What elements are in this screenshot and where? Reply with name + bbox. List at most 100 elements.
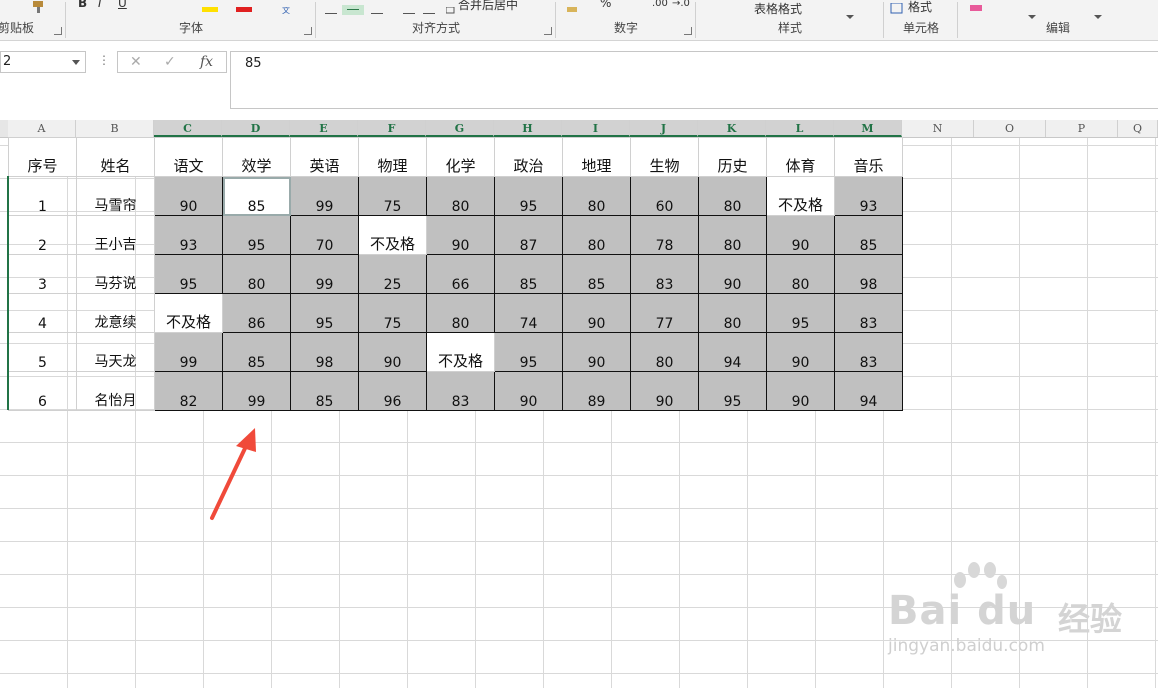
table-cell[interactable]: 80	[698, 215, 767, 255]
table-cell[interactable]: 95	[154, 254, 223, 294]
table-cell[interactable]: 85	[834, 215, 903, 255]
table-cell[interactable]: 80	[698, 293, 767, 333]
column-header-n[interactable]: N	[902, 120, 974, 137]
table-cell[interactable]: 83	[834, 332, 903, 372]
header-cell[interactable]: 序号	[8, 137, 77, 177]
increase-decimal-button[interactable]: .00	[652, 0, 668, 9]
table-cell[interactable]: 不及格	[358, 215, 427, 255]
column-header-k[interactable]: K	[698, 120, 766, 137]
table-cell[interactable]: 86	[222, 293, 291, 333]
table-cell[interactable]: 马雪帘	[76, 176, 155, 216]
header-cell[interactable]: 语文	[154, 137, 223, 177]
table-cell[interactable]: 25	[358, 254, 427, 294]
table-cell[interactable]: 4	[8, 293, 77, 333]
table-cell[interactable]: 85	[494, 254, 563, 294]
header-cell[interactable]: 英语	[290, 137, 359, 177]
column-header-i[interactable]: I	[562, 120, 630, 137]
header-cell[interactable]: 历史	[698, 137, 767, 177]
column-header-o[interactable]: O	[974, 120, 1046, 137]
table-cell[interactable]: 89	[562, 371, 631, 411]
column-header-c[interactable]: C	[154, 120, 222, 137]
table-cell[interactable]: 90	[766, 371, 835, 411]
cancel-icon[interactable]: ✕	[130, 54, 142, 70]
table-cell[interactable]: 90	[562, 332, 631, 372]
table-cell[interactable]: 90	[494, 371, 563, 411]
table-cell[interactable]: 王小吉	[76, 215, 155, 255]
dialog-launcher-icon[interactable]	[54, 27, 62, 35]
table-cell[interactable]: 83	[630, 254, 699, 294]
table-cell[interactable]: 83	[834, 293, 903, 333]
name-box[interactable]: 2	[0, 51, 86, 73]
table-cell[interactable]: 95	[766, 293, 835, 333]
format-painter-icon[interactable]	[30, 0, 48, 17]
table-cell[interactable]: 95	[494, 176, 563, 216]
table-cell[interactable]: 95	[222, 215, 291, 255]
column-header-d[interactable]: D	[222, 120, 290, 137]
table-cell[interactable]: 80	[426, 176, 495, 216]
table-cell[interactable]: 6	[8, 371, 77, 411]
table-cell[interactable]: 85	[222, 332, 291, 372]
table-cell[interactable]: 99	[290, 254, 359, 294]
table-cell[interactable]: 94	[834, 371, 903, 411]
table-cell[interactable]: 93	[154, 215, 223, 255]
column-header-e[interactable]: E	[290, 120, 358, 137]
table-cell[interactable]: 80	[562, 215, 631, 255]
table-cell[interactable]: 75	[358, 293, 427, 333]
table-cell[interactable]: 90	[154, 176, 223, 216]
table-cell[interactable]: 98	[290, 332, 359, 372]
enter-icon[interactable]: ✓	[164, 54, 176, 70]
table-cell[interactable]: 马芬说	[76, 254, 155, 294]
table-cell[interactable]: 95	[290, 293, 359, 333]
column-header-a[interactable]: A	[8, 120, 76, 137]
table-cell[interactable]: 98	[834, 254, 903, 294]
insert-function-button[interactable]: fx	[200, 54, 213, 70]
header-cell[interactable]: 化学	[426, 137, 495, 177]
table-cell[interactable]: 90	[630, 371, 699, 411]
column-header-m[interactable]: M	[834, 120, 902, 137]
table-cell[interactable]: 74	[494, 293, 563, 333]
select-all-corner[interactable]	[0, 120, 8, 137]
table-cell[interactable]: 85	[290, 371, 359, 411]
format-cells-icon[interactable]	[890, 0, 904, 19]
table-cell[interactable]: 90	[562, 293, 631, 333]
table-cell[interactable]: 90	[766, 332, 835, 372]
table-cell[interactable]: 99	[154, 332, 223, 372]
fill-color-icon[interactable]	[202, 0, 220, 19]
table-cell[interactable]: 80	[222, 254, 291, 294]
more-options-icon[interactable]: ⋮	[98, 53, 110, 67]
dialog-launcher-icon[interactable]	[304, 27, 312, 35]
table-cell[interactable]: 77	[630, 293, 699, 333]
table-cell[interactable]: 95	[494, 332, 563, 372]
format-as-table-button[interactable]: 表格格式	[754, 0, 802, 17]
merge-center-icon[interactable]	[445, 0, 456, 19]
table-cell[interactable]: 不及格	[426, 332, 495, 372]
table-cell[interactable]: 85	[562, 254, 631, 294]
column-header-p[interactable]: P	[1046, 120, 1118, 137]
table-cell[interactable]: 80	[630, 332, 699, 372]
table-cell[interactable]: 80	[698, 176, 767, 216]
table-cell[interactable]: 龙意续	[76, 293, 155, 333]
table-cell[interactable]: 不及格	[766, 176, 835, 216]
chevron-down-icon[interactable]	[72, 60, 80, 65]
table-cell[interactable]: 85	[222, 176, 291, 216]
table-cell[interactable]: 80	[766, 254, 835, 294]
table-cell[interactable]: 70	[290, 215, 359, 255]
column-header-l[interactable]: L	[766, 120, 834, 137]
table-cell[interactable]: 94	[698, 332, 767, 372]
table-cell[interactable]: 95	[698, 371, 767, 411]
table-cell[interactable]: 名怡月	[76, 371, 155, 411]
table-cell[interactable]: 90	[698, 254, 767, 294]
eraser-icon[interactable]	[968, 0, 986, 19]
column-header-f[interactable]: F	[358, 120, 426, 137]
table-cell[interactable]: 99	[222, 371, 291, 411]
table-cell[interactable]: 90	[426, 215, 495, 255]
table-cell[interactable]: 75	[358, 176, 427, 216]
font-color-icon[interactable]	[236, 0, 254, 19]
column-header-b[interactable]: B	[76, 120, 154, 137]
table-cell[interactable]: 马天龙	[76, 332, 155, 372]
table-cell[interactable]: 60	[630, 176, 699, 216]
column-header-j[interactable]: J	[630, 120, 698, 137]
header-cell[interactable]: 生物	[630, 137, 699, 177]
bold-button[interactable]: B	[78, 0, 87, 10]
currency-icon[interactable]	[566, 0, 580, 19]
